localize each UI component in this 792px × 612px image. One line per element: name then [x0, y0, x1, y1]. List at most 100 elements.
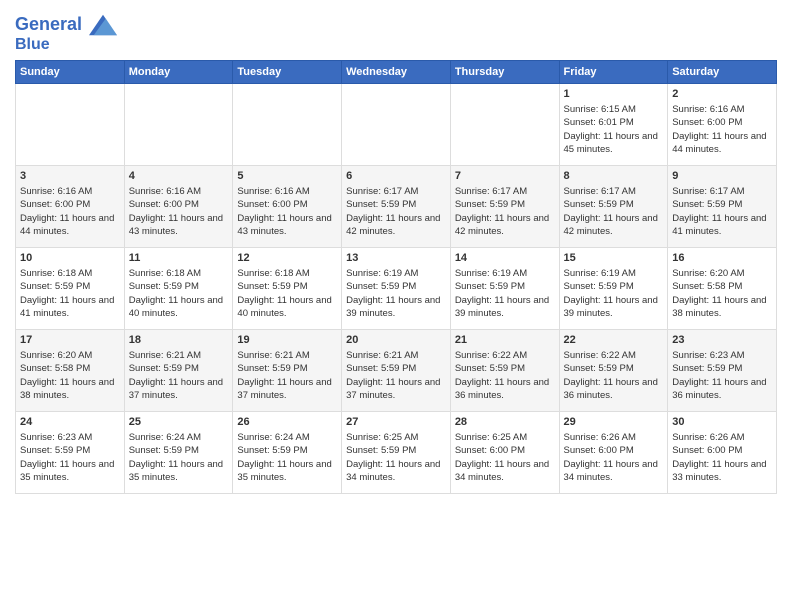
- calendar-cell: 22Sunrise: 6:22 AMSunset: 5:59 PMDayligh…: [559, 329, 668, 411]
- day-number: 19: [237, 333, 337, 348]
- calendar-table: SundayMondayTuesdayWednesdayThursdayFrid…: [15, 60, 777, 494]
- calendar-cell: 9Sunrise: 6:17 AMSunset: 5:59 PMDaylight…: [668, 165, 777, 247]
- weekday-header: Saturday: [668, 60, 777, 83]
- day-info: Daylight: 11 hours and 36 minutes.: [672, 376, 772, 403]
- weekday-header: Wednesday: [342, 60, 451, 83]
- day-info: Sunset: 5:59 PM: [20, 280, 120, 293]
- day-info: Daylight: 11 hours and 34 minutes.: [346, 458, 446, 485]
- day-info: Sunrise: 6:19 AM: [346, 267, 446, 280]
- calendar-cell: 11Sunrise: 6:18 AMSunset: 5:59 PMDayligh…: [124, 247, 233, 329]
- day-info: Daylight: 11 hours and 36 minutes.: [564, 376, 664, 403]
- logo-subtext: Blue: [15, 36, 117, 54]
- calendar-cell: 16Sunrise: 6:20 AMSunset: 5:58 PMDayligh…: [668, 247, 777, 329]
- day-info: Sunrise: 6:21 AM: [346, 349, 446, 362]
- day-info: Daylight: 11 hours and 45 minutes.: [564, 130, 664, 157]
- day-info: Sunrise: 6:19 AM: [455, 267, 555, 280]
- day-info: Daylight: 11 hours and 37 minutes.: [237, 376, 337, 403]
- day-info: Sunset: 5:59 PM: [346, 362, 446, 375]
- day-info: Sunset: 5:59 PM: [237, 444, 337, 457]
- day-info: Sunrise: 6:21 AM: [129, 349, 229, 362]
- day-number: 5: [237, 169, 337, 184]
- calendar-cell: 24Sunrise: 6:23 AMSunset: 5:59 PMDayligh…: [16, 411, 125, 493]
- calendar-cell: 25Sunrise: 6:24 AMSunset: 5:59 PMDayligh…: [124, 411, 233, 493]
- day-number: 6: [346, 169, 446, 184]
- day-number: 8: [564, 169, 664, 184]
- day-info: Sunset: 5:59 PM: [455, 362, 555, 375]
- day-info: Sunset: 5:58 PM: [20, 362, 120, 375]
- day-info: Daylight: 11 hours and 35 minutes.: [129, 458, 229, 485]
- day-info: Sunset: 5:59 PM: [455, 280, 555, 293]
- day-number: 13: [346, 251, 446, 266]
- calendar-cell: 7Sunrise: 6:17 AMSunset: 5:59 PMDaylight…: [450, 165, 559, 247]
- calendar-cell: 14Sunrise: 6:19 AMSunset: 5:59 PMDayligh…: [450, 247, 559, 329]
- day-info: Sunset: 6:00 PM: [455, 444, 555, 457]
- calendar-cell: 13Sunrise: 6:19 AMSunset: 5:59 PMDayligh…: [342, 247, 451, 329]
- day-info: Sunset: 5:59 PM: [237, 362, 337, 375]
- day-number: 29: [564, 415, 664, 430]
- day-number: 21: [455, 333, 555, 348]
- day-number: 17: [20, 333, 120, 348]
- day-info: Sunrise: 6:25 AM: [455, 431, 555, 444]
- day-info: Sunset: 6:00 PM: [129, 198, 229, 211]
- day-info: Sunrise: 6:26 AM: [672, 431, 772, 444]
- day-info: Sunrise: 6:16 AM: [237, 185, 337, 198]
- day-info: Sunset: 5:59 PM: [346, 444, 446, 457]
- day-info: Sunrise: 6:17 AM: [564, 185, 664, 198]
- day-info: Daylight: 11 hours and 41 minutes.: [672, 212, 772, 239]
- day-number: 22: [564, 333, 664, 348]
- day-number: 28: [455, 415, 555, 430]
- day-info: Sunset: 5:59 PM: [129, 444, 229, 457]
- day-number: 16: [672, 251, 772, 266]
- calendar-cell: [450, 83, 559, 165]
- calendar-cell: 12Sunrise: 6:18 AMSunset: 5:59 PMDayligh…: [233, 247, 342, 329]
- day-number: 14: [455, 251, 555, 266]
- day-info: Sunrise: 6:26 AM: [564, 431, 664, 444]
- day-number: 11: [129, 251, 229, 266]
- day-number: 26: [237, 415, 337, 430]
- calendar-cell: 4Sunrise: 6:16 AMSunset: 6:00 PMDaylight…: [124, 165, 233, 247]
- calendar-cell: 5Sunrise: 6:16 AMSunset: 6:00 PMDaylight…: [233, 165, 342, 247]
- logo: General Blue: [15, 14, 117, 54]
- day-info: Sunset: 6:00 PM: [237, 198, 337, 211]
- day-info: Sunrise: 6:16 AM: [20, 185, 120, 198]
- day-number: 2: [672, 87, 772, 102]
- weekday-header: Thursday: [450, 60, 559, 83]
- day-info: Sunrise: 6:15 AM: [564, 103, 664, 116]
- calendar-cell: 30Sunrise: 6:26 AMSunset: 6:00 PMDayligh…: [668, 411, 777, 493]
- day-info: Daylight: 11 hours and 42 minutes.: [564, 212, 664, 239]
- day-info: Sunrise: 6:18 AM: [129, 267, 229, 280]
- day-info: Daylight: 11 hours and 34 minutes.: [564, 458, 664, 485]
- day-info: Sunrise: 6:22 AM: [564, 349, 664, 362]
- calendar-cell: [233, 83, 342, 165]
- day-info: Daylight: 11 hours and 40 minutes.: [237, 294, 337, 321]
- day-info: Sunrise: 6:17 AM: [672, 185, 772, 198]
- calendar-cell: 8Sunrise: 6:17 AMSunset: 5:59 PMDaylight…: [559, 165, 668, 247]
- calendar-cell: 15Sunrise: 6:19 AMSunset: 5:59 PMDayligh…: [559, 247, 668, 329]
- day-info: Daylight: 11 hours and 39 minutes.: [346, 294, 446, 321]
- calendar-cell: 26Sunrise: 6:24 AMSunset: 5:59 PMDayligh…: [233, 411, 342, 493]
- day-info: Sunset: 5:59 PM: [672, 362, 772, 375]
- day-info: Daylight: 11 hours and 43 minutes.: [129, 212, 229, 239]
- calendar-cell: [342, 83, 451, 165]
- day-info: Daylight: 11 hours and 42 minutes.: [346, 212, 446, 239]
- calendar-cell: 20Sunrise: 6:21 AMSunset: 5:59 PMDayligh…: [342, 329, 451, 411]
- day-info: Sunset: 5:59 PM: [129, 362, 229, 375]
- day-number: 10: [20, 251, 120, 266]
- day-info: Sunrise: 6:20 AM: [20, 349, 120, 362]
- day-info: Daylight: 11 hours and 37 minutes.: [346, 376, 446, 403]
- calendar-cell: 10Sunrise: 6:18 AMSunset: 5:59 PMDayligh…: [16, 247, 125, 329]
- day-number: 7: [455, 169, 555, 184]
- day-info: Sunset: 5:59 PM: [20, 444, 120, 457]
- day-info: Daylight: 11 hours and 39 minutes.: [564, 294, 664, 321]
- weekday-header: Friday: [559, 60, 668, 83]
- day-info: Sunrise: 6:23 AM: [20, 431, 120, 444]
- day-number: 15: [564, 251, 664, 266]
- day-number: 30: [672, 415, 772, 430]
- day-number: 12: [237, 251, 337, 266]
- day-number: 9: [672, 169, 772, 184]
- day-info: Daylight: 11 hours and 41 minutes.: [20, 294, 120, 321]
- day-info: Sunset: 6:00 PM: [564, 444, 664, 457]
- day-info: Sunrise: 6:20 AM: [672, 267, 772, 280]
- day-info: Sunrise: 6:24 AM: [129, 431, 229, 444]
- day-info: Sunset: 5:59 PM: [237, 280, 337, 293]
